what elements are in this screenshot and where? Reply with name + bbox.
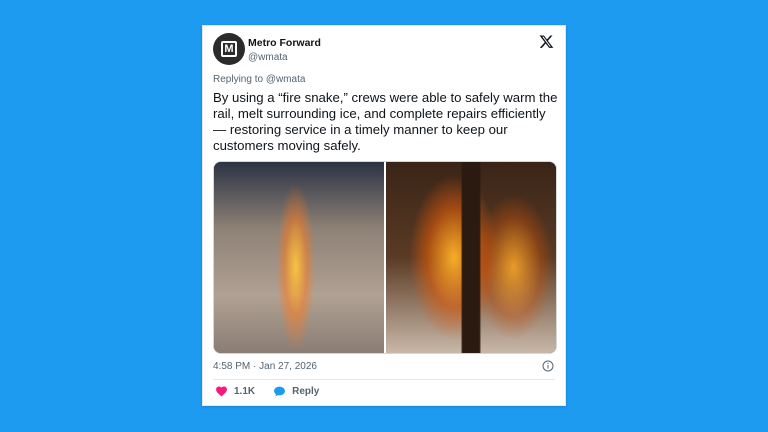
tweet-actions: 1.1K Reply: [215, 385, 319, 398]
tweet-timestamp[interactable]: 4:58 PM · Jan 27, 2026: [213, 361, 317, 372]
reply-label: Reply: [292, 386, 320, 397]
like-button[interactable]: 1.1K: [215, 385, 255, 398]
tweet-card: M Metro Forward @wmata Replying to @wmat…: [202, 25, 566, 406]
metro-logo-icon: M: [221, 41, 237, 57]
avatar-letter: M: [224, 42, 234, 55]
speech-bubble-icon: [274, 386, 286, 397]
replying-handle-link[interactable]: @wmata: [266, 74, 306, 85]
heart-icon: [216, 386, 227, 397]
media-photo-fire-snake-wide[interactable]: [214, 162, 384, 353]
reply-button[interactable]: Reply: [273, 385, 319, 398]
tweet-text: By using a “fire snake,” crews were able…: [213, 90, 558, 153]
avatar[interactable]: M: [213, 33, 245, 65]
info-icon[interactable]: [542, 360, 554, 372]
media-photo-fire-snake-closeup[interactable]: [385, 162, 556, 353]
like-count: 1.1K: [234, 386, 256, 397]
divider: [213, 379, 555, 380]
account-handle[interactable]: @wmata: [248, 52, 288, 63]
x-logo-icon[interactable]: [539, 34, 554, 49]
account-name[interactable]: Metro Forward: [248, 37, 321, 49]
replying-prefix: Replying to: [213, 74, 266, 85]
tweet-media[interactable]: [213, 161, 557, 354]
replying-to: Replying to @wmata: [213, 74, 305, 85]
